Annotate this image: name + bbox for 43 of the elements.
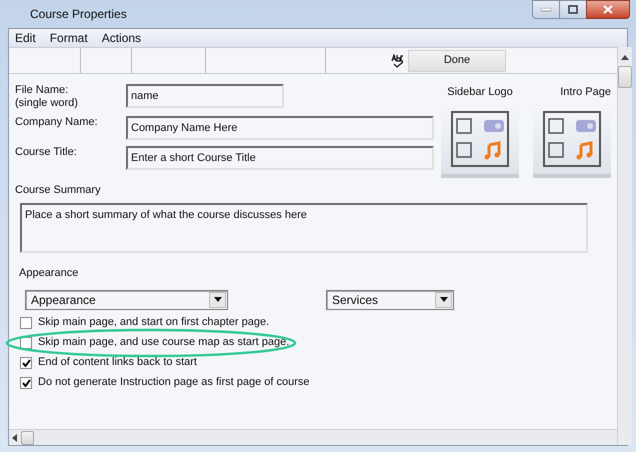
text-field[interactable]: Enter a short Course Title bbox=[126, 146, 434, 170]
scroll-up-icon[interactable] bbox=[621, 55, 629, 60]
checkbox-label: End of content links back to start bbox=[38, 355, 197, 370]
media-placeholder-drawing bbox=[543, 110, 601, 166]
summary-field[interactable]: Place a short summary of what the course discusses here bbox=[20, 203, 588, 253]
media-placeholder-drawing bbox=[451, 110, 509, 166]
checkbox[interactable] bbox=[20, 316, 32, 328]
image-label: Sidebar Logo bbox=[447, 85, 513, 100]
section-label: Course Summary bbox=[15, 182, 102, 198]
caret-icon bbox=[214, 297, 222, 302]
dropdown[interactable]: Appearance bbox=[25, 290, 228, 310]
checkmark-icon bbox=[22, 358, 30, 366]
maximize-icon bbox=[568, 5, 578, 14]
vertical-scrollbar[interactable] bbox=[617, 47, 632, 445]
spell-check-icon[interactable] bbox=[391, 54, 404, 68]
caret-icon bbox=[440, 297, 448, 302]
checkbox[interactable] bbox=[20, 356, 32, 368]
text-field[interactable]: Company Name Here bbox=[126, 116, 434, 140]
checkmark-icon bbox=[22, 378, 30, 386]
menu-item[interactable]: Format bbox=[50, 29, 88, 47]
menu-item[interactable]: Edit bbox=[15, 29, 36, 47]
dropdown[interactable]: Services bbox=[326, 290, 454, 310]
scroll-left-icon[interactable] bbox=[12, 434, 17, 442]
maximize-button[interactable] bbox=[560, 0, 586, 19]
checkbox-label: Skip main page, and start on first chapter page. bbox=[38, 315, 270, 330]
horizontal-scrollbar[interactable] bbox=[9, 429, 617, 445]
image-label: Intro Page bbox=[560, 85, 611, 100]
checkbox-label: Skip main page, and use course map as start page. bbox=[38, 335, 290, 350]
checkbox[interactable] bbox=[20, 376, 32, 388]
close-icon bbox=[603, 5, 613, 14]
field-label: File Name: (single word) bbox=[15, 84, 79, 110]
scroll-thumb[interactable] bbox=[618, 66, 632, 88]
minimize-icon bbox=[541, 8, 551, 12]
field-label: Course Title: bbox=[15, 146, 78, 160]
text-field[interactable]: name bbox=[126, 84, 284, 108]
menu-item[interactable]: Actions bbox=[102, 29, 142, 47]
section-label: Appearance bbox=[19, 266, 80, 281]
done-button[interactable]: Done bbox=[408, 50, 506, 72]
window-title: Course Properties bbox=[30, 6, 127, 23]
checkbox-label: Do not generate Instruction page as first page of course bbox=[38, 375, 310, 390]
scroll-thumb[interactable] bbox=[21, 430, 34, 444]
close-button[interactable] bbox=[586, 0, 630, 19]
field-label: Company Name: bbox=[15, 116, 99, 130]
